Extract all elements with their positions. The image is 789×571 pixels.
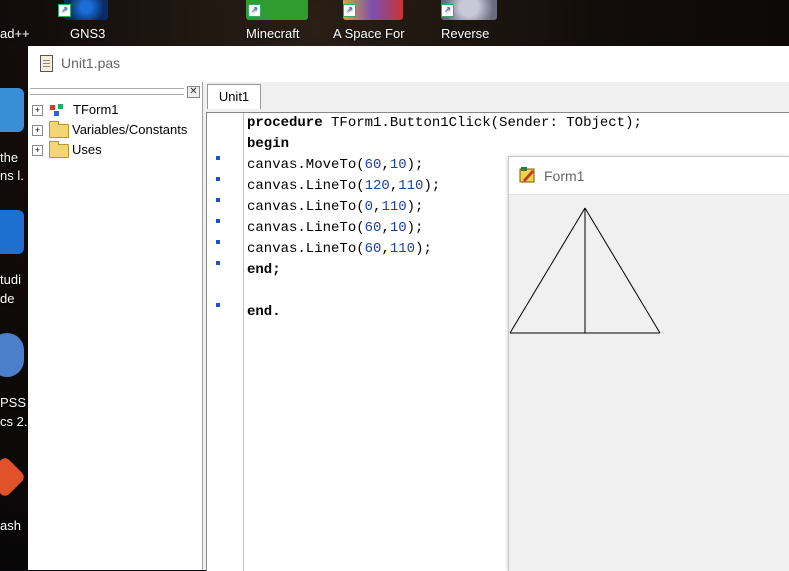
breakpoint-marker[interactable] [216,219,220,223]
desktop-icon-label: ash [0,518,21,533]
number-literal: 110 [389,241,416,257]
desktop-icon-label: Reverse [441,26,490,41]
breakpoint-marker[interactable] [216,198,220,202]
tree-node-label: Uses [72,142,102,157]
desktop-icon-label: de [0,291,15,306]
editor-tabs: Unit1 [207,84,789,109]
expand-icon[interactable]: + [32,125,43,136]
breakpoint-marker[interactable] [216,303,220,307]
desktop-top-icons: ad++ ↗ GNS3 ↗ Minecraft ↗ A Space For ↗ … [0,0,789,46]
spss-icon[interactable] [0,333,24,377]
number-literal: 110 [398,178,424,194]
expand-icon[interactable]: + [32,105,43,116]
desktop-icon-label: cs 2. [0,414,28,429]
expand-icon[interactable]: + [32,145,43,156]
number-literal: 60 [364,241,382,257]
code-line: canvas.LineTo(120,110); [247,176,440,197]
breakpoint-marker[interactable] [216,240,220,244]
app-icon[interactable] [0,88,24,132]
breakpoint-marker[interactable] [216,261,220,265]
form1-canvas [509,195,789,571]
triangle-edge [509,207,586,334]
code-explorer-header: ✕ [28,84,202,98]
code-text-segment: canvas.LineTo( [247,241,365,257]
form1-window: Form1 [508,156,789,571]
code-text-segment: TForm1.Button1Click(Sender: TObject); [322,115,642,131]
ide-titlebar[interactable]: Unit1.pas [28,46,789,82]
desktop-icon-label: ad++ [0,26,30,41]
breakpoint-marker[interactable] [216,156,220,160]
visual-studio-icon[interactable] [0,210,24,254]
code-text-segment: canvas.MoveTo( [247,157,365,173]
window-title: Unit1.pas [61,55,121,71]
code-text-segment: ); [415,241,432,257]
code-line: canvas.LineTo(0,110); [247,197,423,218]
code-text-segment: canvas.LineTo( [247,199,365,215]
folder-icon [49,121,69,138]
code-text-segment: ); [406,157,424,173]
desktop-icon-label: tudi [0,272,21,287]
dock-grip[interactable] [30,88,184,95]
code-text-segment: , [381,220,390,236]
desktop-icon-label: the [0,150,19,165]
number-literal: 110 [381,199,407,215]
code-text-segment: , [389,178,399,194]
code-text-segment: canvas.LineTo( [247,178,365,194]
code-line: end; [247,262,281,278]
triangle-edge [584,207,661,334]
code-line: canvas.LineTo(60,110); [247,239,432,260]
code-explorer: ✕ + TForm1 + Variables/Constants + Uses [28,82,203,570]
number-literal: 60 [364,157,382,173]
editor-gutter [207,113,244,571]
canvas-drawing [509,207,661,334]
code-line: canvas.MoveTo(60,10); [247,155,423,176]
tab-unit1[interactable]: Unit1 [207,84,261,109]
code-text-segment: , [381,157,390,173]
desktop-icon-label: ns l. [0,168,24,183]
number-literal: 120 [364,178,390,194]
shortcut-arrow-icon: ↗ [441,4,454,17]
breakpoint-marker[interactable] [216,177,220,181]
code-text-segment: , [381,241,390,257]
app-icon[interactable] [0,455,27,499]
document-icon [40,55,53,72]
close-icon[interactable]: ✕ [187,86,200,98]
shortcut-arrow-icon: ↗ [248,4,261,17]
class-icon [50,104,63,116]
shortcut-arrow-icon: ↗ [58,4,71,17]
code-line: canvas.LineTo(60,10); [247,218,423,239]
code-line: begin [247,136,290,152]
desktop-icon-label: Minecraft [246,26,300,41]
code-line: end. [247,304,281,320]
form1-titlebar[interactable]: Form1 [509,157,789,195]
number-literal: 10 [389,220,407,236]
form1-title: Form1 [544,168,585,184]
desktop-icon-label: A Space For [333,26,405,41]
number-literal: 60 [364,220,382,236]
number-literal: 0 [364,199,374,215]
delphi-form-icon [519,167,535,183]
shortcut-arrow-icon: ↗ [343,4,356,17]
code-text-segment: ); [406,220,424,236]
tree-node-label: TForm1 [73,102,119,117]
desktop-icon-label: GNS3 [70,26,106,41]
code-text-segment: canvas.LineTo( [247,220,365,236]
folder-icon [49,141,69,158]
desktop-icon-label: PSS [0,395,27,410]
code-text-segment: ); [423,178,441,194]
tree-node-label: Variables/Constants [72,122,188,137]
number-literal: 10 [389,157,407,173]
code-line: procedure TForm1.Button1Click(Sender: TO… [247,113,642,134]
code-text-segment: ); [406,199,424,215]
keyword: procedure [247,115,323,131]
